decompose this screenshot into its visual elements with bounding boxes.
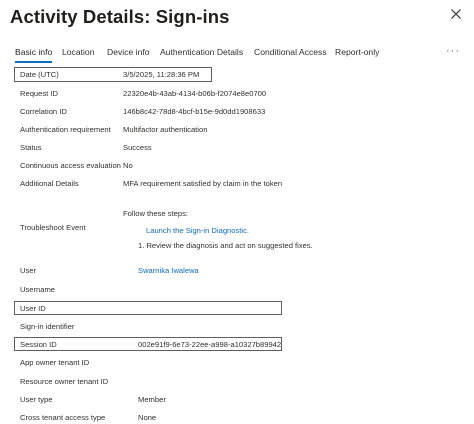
- user-id-highlight-box: [14, 301, 282, 315]
- troubleshoot-label: Troubleshoot Event: [20, 223, 86, 232]
- close-button[interactable]: [448, 6, 464, 22]
- cae-label: Continuous access evaluation: [20, 161, 121, 170]
- session-id-label: Session ID: [20, 340, 57, 349]
- tab-device-info[interactable]: Device info: [107, 47, 150, 57]
- more-tabs-button[interactable]: ···: [446, 45, 460, 57]
- user-id-label: User ID: [20, 304, 46, 313]
- date-label: Date (UTC): [20, 70, 59, 79]
- app-owner-tenant-label: App owner tenant ID: [20, 358, 90, 367]
- tab-basic-info[interactable]: Basic info: [15, 47, 53, 63]
- page-title: Activity Details: Sign-ins: [10, 6, 230, 27]
- cae-value: No: [123, 161, 133, 170]
- auth-requirement-label: Authentication requirement: [20, 125, 111, 134]
- user-label: User: [20, 266, 37, 275]
- status-label: Status: [20, 143, 42, 152]
- troubleshoot-intro: Follow these steps:: [123, 209, 188, 218]
- user-link[interactable]: Swarnika Iwalewa: [138, 266, 199, 275]
- tab-report-only[interactable]: Report-only: [335, 47, 379, 57]
- signin-identifier-label: Sign-in identifier: [20, 322, 75, 331]
- tab-location[interactable]: Location: [62, 47, 95, 57]
- correlation-id-label: Correlation ID: [20, 107, 67, 116]
- sign-in-diagnostic-link[interactable]: Launch the Sign-in Diagnostic.: [146, 226, 249, 235]
- tab-conditional-access[interactable]: Conditional Access: [254, 47, 327, 57]
- close-icon: [451, 9, 461, 19]
- cross-tenant-label: Cross tenant access type: [20, 413, 106, 422]
- troubleshoot-step: 1. Review the diagnosis and act on sugge…: [138, 241, 313, 250]
- username-label: Username: [20, 285, 56, 294]
- session-id-value: 002e91f9-6e73-22ee-a998-a10327b89942: [138, 340, 282, 349]
- tab-bar: Basic info Location Device info Authenti…: [0, 47, 474, 63]
- correlation-id-value: 146b8c42-78d8-4bcf-b15e-9d0dd1908633: [123, 107, 266, 116]
- date-value: 3/5/2025, 11:28:36 PM: [123, 70, 200, 79]
- additional-details-label: Additional Details: [20, 179, 79, 188]
- request-id-value: 22320e4b-43ab-4134-b06b-f2074e8e0700: [123, 89, 267, 98]
- resource-owner-tenant-label: Resource owner tenant ID: [20, 377, 109, 386]
- request-id-label: Request ID: [20, 89, 58, 98]
- additional-details-value: MFA requirement satisfied by claim in th…: [123, 179, 283, 188]
- cross-tenant-value: None: [138, 413, 157, 422]
- tab-authentication-details[interactable]: Authentication Details: [160, 47, 243, 57]
- user-type-label: User type: [20, 395, 53, 404]
- user-type-value: Member: [138, 395, 166, 404]
- auth-requirement-value: Multifactor authentication: [123, 125, 208, 134]
- status-value: Success: [123, 143, 152, 152]
